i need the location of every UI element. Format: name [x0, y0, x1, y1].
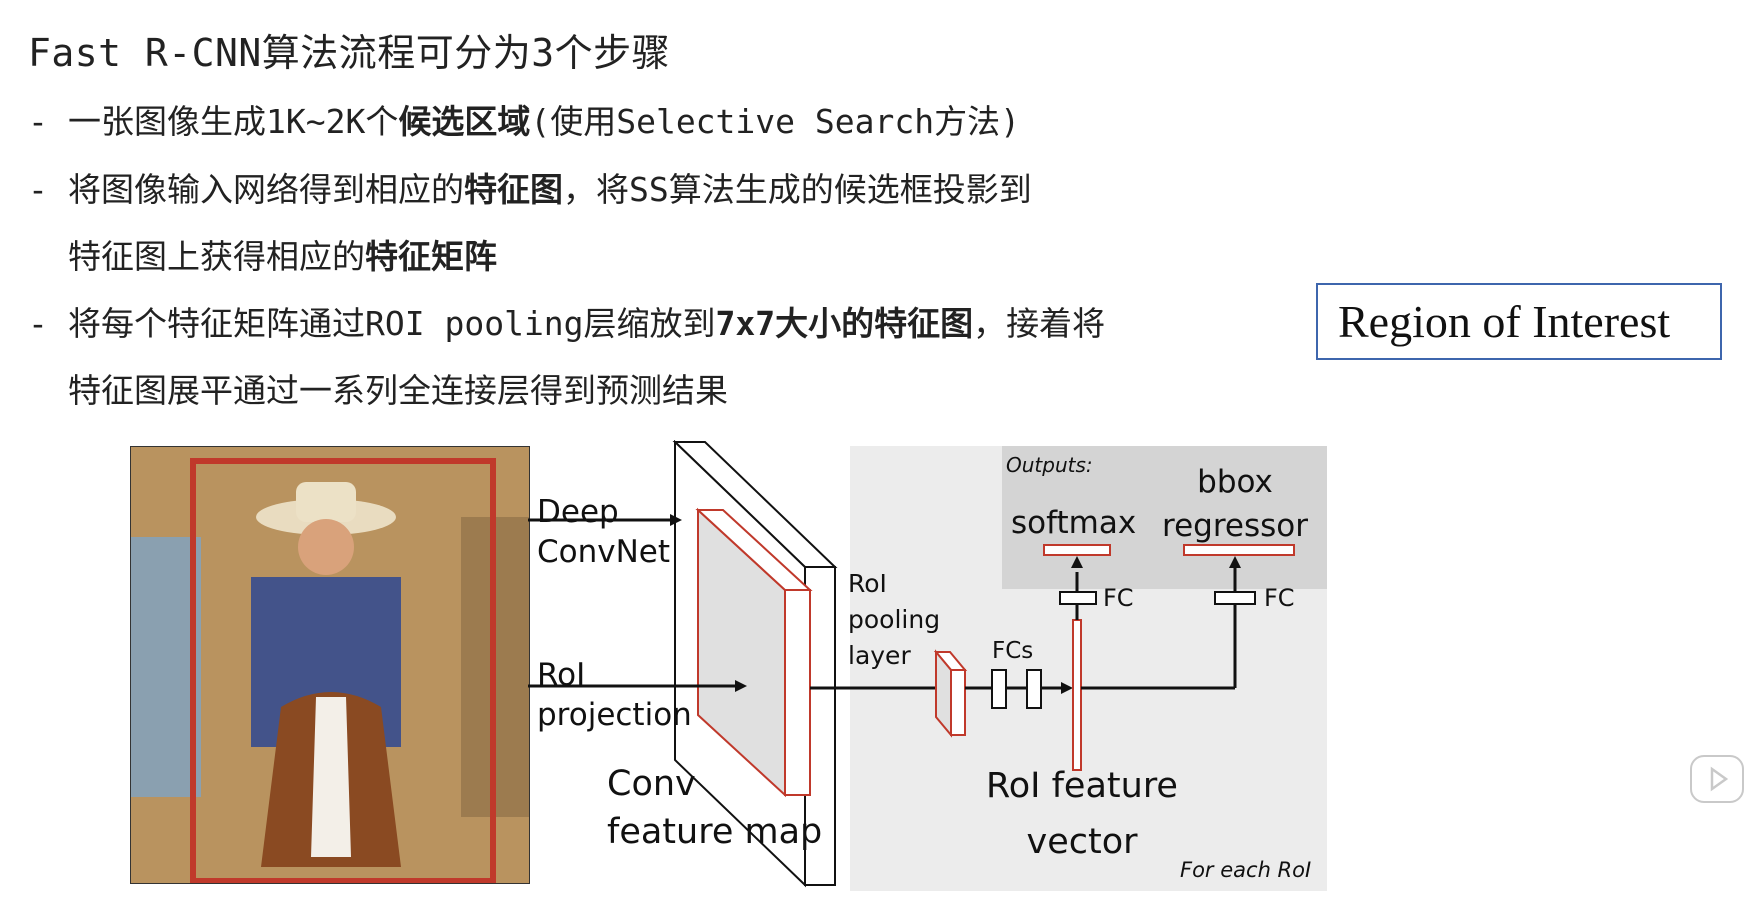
label-outputs: Outputs: — [1006, 453, 1093, 477]
label-line: bbox — [1197, 464, 1273, 500]
label-line: ConvNet — [537, 534, 671, 570]
label-fc-right: FC — [1264, 584, 1295, 612]
step-3-cont-text: 特征图展平通过一系列全连接层得到预测结果 — [68, 371, 728, 410]
label-for-each-roi: For each RoI — [1180, 858, 1312, 882]
label-conv-feature-map: Conv feature map — [607, 760, 822, 856]
label-line: projection — [537, 697, 692, 733]
label-line: feature map — [607, 812, 823, 852]
label-softmax: softmax — [1011, 505, 1137, 541]
label-line: pooling — [848, 605, 941, 634]
roi-label-box: Region of Interest — [1316, 283, 1722, 360]
label-fc-left: FC — [1103, 584, 1134, 612]
step-2-continued: 特征图上获得相应的特征矩阵 — [68, 230, 497, 278]
label-roi-pooling-layer: RoI pooling layer — [848, 566, 940, 674]
step-2-cont-text: 特征图上获得相应的 — [68, 237, 365, 276]
fc-softmax-head — [1059, 591, 1097, 605]
page-title: Fast R-CNN算法流程可分为3个步骤 — [28, 31, 671, 75]
label-line: RoI — [848, 569, 887, 598]
label-deep-convnet: Deep ConvNet — [537, 492, 670, 572]
label-roi-feature-vector: RoI feature vector — [972, 758, 1192, 870]
fc-layer-1 — [991, 669, 1007, 709]
label-line: vector — [1026, 822, 1138, 862]
step-dash: - — [28, 102, 48, 141]
step-1-bold: 候选区域 — [398, 102, 531, 141]
label-line: Conv — [607, 764, 696, 804]
step-1-text: 一张图像生成1K~2K个 — [68, 102, 399, 141]
label-roi-projection: RoI projection — [537, 655, 692, 735]
step-2-text-2: ，将SS算法生成的候选框投影到 — [563, 170, 1032, 209]
play-icon-glyph — [1710, 766, 1729, 792]
step-dash: - — [28, 170, 48, 209]
step-3: - 将每个特征矩阵通过ROI pooling层缩放到7x7大小的特征图，接着将 — [28, 297, 1105, 345]
roi-feature-vector — [1072, 619, 1082, 771]
step-1: - 一张图像生成1K~2K个候选区域(使用Selective Search方法) — [28, 95, 1020, 143]
step-2-bold: 特征图 — [464, 170, 563, 209]
step-1-text-2: (使用Selective Search方法) — [530, 102, 1020, 141]
label-line: layer — [848, 641, 911, 670]
fast-rcnn-diagram: Deep ConvNet RoI projection Conv feature… — [130, 440, 1330, 897]
step-3-continued: 特征图展平通过一系列全连接层得到预测结果 — [68, 364, 728, 412]
step-3-text: 将每个特征矩阵通过ROI pooling层缩放到 — [68, 304, 716, 343]
step-2-text: 将图像输入网络得到相应的 — [68, 170, 464, 209]
step-3-text-2: ，接着将 — [973, 304, 1106, 343]
step-2: - 将图像输入网络得到相应的特征图，将SS算法生成的候选框投影到 — [28, 163, 1032, 211]
step-dash: - — [28, 304, 48, 343]
fc-layer-2 — [1026, 669, 1042, 709]
softmax-output — [1043, 544, 1111, 556]
label-fcs: FCs — [992, 638, 1034, 664]
label-line: regressor — [1162, 508, 1308, 544]
label-line: RoI feature — [986, 766, 1178, 806]
fc-bbox-head — [1214, 591, 1256, 605]
step-3-bold: 7x7大小的特征图 — [715, 304, 974, 343]
play-icon[interactable] — [1690, 755, 1744, 803]
label-line: RoI — [537, 657, 586, 693]
label-bbox-regressor: bbox regressor — [1160, 460, 1310, 548]
label-line: Deep — [537, 494, 619, 530]
step-2-cont-bold: 特征矩阵 — [365, 237, 497, 276]
